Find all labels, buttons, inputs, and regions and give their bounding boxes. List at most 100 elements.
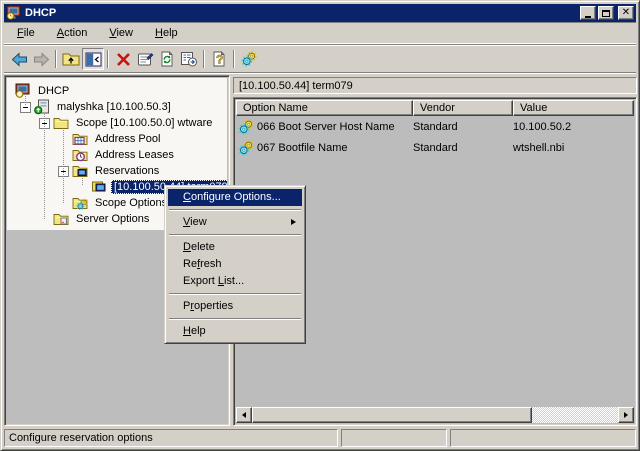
scroll-left-button[interactable]: [236, 407, 252, 423]
option-name: 067 Bootfile Name: [257, 142, 348, 154]
listview-header: Option Name Vendor Value: [236, 100, 634, 116]
help-button[interactable]: ?: [208, 48, 230, 70]
tree-item-label: DHCP: [35, 84, 72, 98]
submenu-arrow-icon: [291, 219, 296, 225]
properties-button[interactable]: [134, 48, 156, 70]
menu-help[interactable]: Help: [148, 25, 185, 41]
tree-connector: [25, 96, 26, 106]
menu-action[interactable]: Action: [50, 25, 95, 41]
left-arrow-icon: [242, 412, 246, 418]
up-one-level-button[interactable]: [60, 48, 82, 70]
tree-item-scope[interactable]: Scope [10.100.50.0] wtware: [7, 115, 227, 131]
status-message: Configure reservation options: [4, 429, 338, 447]
tree-item-label: Scope [10.100.50.0] wtware: [73, 116, 215, 130]
expand-slot: [58, 163, 72, 179]
status-bar: Configure reservation options: [4, 429, 636, 448]
gears-icon: [238, 119, 254, 135]
maximize-button[interactable]: [598, 6, 614, 20]
option-row-067[interactable]: 067 Bootfile Name Standard wtshell.nbi: [236, 137, 634, 158]
menu-item-export-list[interactable]: Export List...: [168, 273, 302, 290]
tree-item-label: malyshka [10.100.50.3]: [54, 100, 174, 114]
folder-icon: [53, 115, 69, 131]
tree-connector: [63, 130, 64, 204]
tree-connector: [44, 114, 45, 220]
option-row-066[interactable]: 066 Boot Server Host Name Standard 10.10…: [236, 116, 634, 137]
tree-item-label: Address Pool: [92, 132, 163, 146]
dhcp-root-icon: [15, 83, 31, 99]
show-hide-tree-icon: [85, 52, 102, 67]
tree-item-label: Server Options: [73, 212, 152, 226]
export-list-icon: [180, 51, 198, 67]
menu-separator: [169, 318, 301, 320]
export-list-button[interactable]: [178, 48, 200, 70]
menu-view[interactable]: View: [102, 25, 140, 41]
up-one-level-icon: [62, 51, 80, 67]
tree-item-label: Address Leases: [92, 148, 177, 162]
forward-icon: [33, 52, 50, 67]
tree-item-dhcp-root[interactable]: DHCP: [7, 83, 227, 99]
right-arrow-icon: [624, 412, 628, 418]
tree-item-label: Scope Options: [92, 196, 170, 210]
menu-item-properties[interactable]: Properties: [168, 298, 302, 315]
minimize-icon: [585, 16, 591, 18]
maximize-icon: [602, 10, 610, 17]
option-value: 10.100.50.2: [513, 121, 571, 133]
option-value: wtshell.nbi: [513, 142, 564, 154]
tree-item-address-leases[interactable]: Address Leases: [7, 147, 227, 163]
show-hide-tree-button[interactable]: [82, 48, 104, 70]
description-bar: [10.100.50.44] term079: [233, 77, 637, 94]
address-leases-icon: [72, 147, 88, 163]
menu-separator: [169, 234, 301, 236]
menu-item-refresh[interactable]: Refresh: [168, 256, 302, 273]
menu-item-help[interactable]: Help: [168, 323, 302, 340]
menu-item-delete[interactable]: Delete: [168, 239, 302, 256]
tree-item-server[interactable]: malyshka [10.100.50.3]: [7, 99, 227, 115]
option-vendor: Standard: [413, 121, 458, 133]
toolbar: ?: [4, 46, 636, 72]
expand-slot: [20, 99, 34, 115]
menu-file[interactable]: File: [10, 25, 42, 41]
description-text: [10.100.50.44] term079: [239, 80, 353, 92]
menu-separator: [169, 209, 301, 211]
column-header-option-name[interactable]: Option Name: [236, 100, 413, 116]
menu-separator: [169, 293, 301, 295]
column-header-value[interactable]: Value: [513, 100, 634, 116]
delete-icon: [116, 52, 131, 67]
close-button[interactable]: ✕: [618, 6, 634, 20]
reservation-icon: [91, 179, 107, 195]
gears-icon: [238, 140, 254, 156]
context-menu: Configure Options... View Delete Refresh…: [164, 185, 306, 344]
title-bar[interactable]: DHCP ✕: [4, 4, 636, 22]
status-panel-2: [341, 429, 447, 447]
forward-button[interactable]: [30, 48, 52, 70]
expand-slot: [39, 115, 53, 131]
tree-item-label: Reservations: [92, 164, 162, 178]
scope-options-icon: [72, 195, 88, 211]
menu-item-view[interactable]: View: [168, 214, 302, 231]
option-vendor: Standard: [413, 142, 458, 154]
toolbar-separator: [107, 50, 109, 68]
reservations-icon: [72, 163, 88, 179]
refresh-button[interactable]: [156, 48, 178, 70]
tree-item-address-pool[interactable]: Address Pool: [7, 131, 227, 147]
toolbar-separator: [233, 50, 235, 68]
status-panel-3: [450, 429, 636, 447]
tree-item-reservations[interactable]: Reservations: [7, 163, 227, 179]
dhcp-options-button[interactable]: [238, 48, 260, 70]
scrollbar-thumb[interactable]: [252, 407, 532, 423]
column-header-vendor[interactable]: Vendor: [413, 100, 513, 116]
menu-item-configure-options[interactable]: Configure Options...: [168, 189, 302, 206]
scrollbar-track[interactable]: [532, 407, 618, 423]
properties-icon: [137, 51, 154, 67]
scroll-right-button[interactable]: [618, 407, 634, 423]
tree-connector: [82, 178, 83, 186]
horizontal-scrollbar[interactable]: [236, 407, 634, 423]
delete-button[interactable]: [112, 48, 134, 70]
minimize-button[interactable]: [580, 6, 596, 20]
option-name: 066 Boot Server Host Name: [257, 121, 395, 133]
back-button[interactable]: [8, 48, 30, 70]
close-icon: ✕: [622, 8, 630, 18]
server-icon: [34, 99, 50, 115]
help-icon: ?: [211, 51, 228, 67]
refresh-icon: [159, 51, 176, 67]
